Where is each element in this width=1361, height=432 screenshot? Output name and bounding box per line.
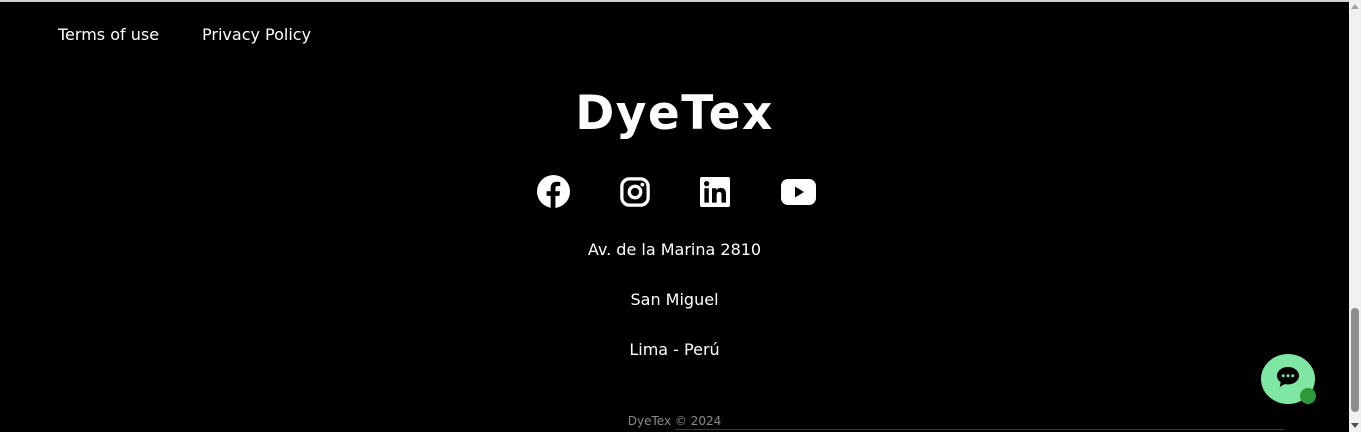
address-line-district: San Miguel xyxy=(630,290,719,309)
privacy-policy-link[interactable]: Privacy Policy xyxy=(202,24,311,46)
linkedin-icon[interactable] xyxy=(700,176,730,207)
facebook-icon[interactable] xyxy=(537,175,570,208)
social-links xyxy=(537,175,816,208)
chat-status-indicator xyxy=(1300,388,1316,404)
legal-links: Terms of use Privacy Policy xyxy=(58,24,311,46)
youtube-icon[interactable] xyxy=(781,178,816,205)
instagram-icon[interactable] xyxy=(620,176,650,207)
footer: Terms of use Privacy Policy DyeTex Av. d… xyxy=(0,0,1349,432)
footer-top-border xyxy=(0,0,1349,2)
bottom-divider xyxy=(675,429,1285,430)
address-line-city: Lima - Perú xyxy=(629,340,720,359)
scroll-up-arrow-icon[interactable] xyxy=(1351,4,1359,9)
scrollbar-thumb[interactable] xyxy=(1351,308,1359,412)
vertical-scrollbar[interactable] xyxy=(1349,0,1361,432)
copyright-text: DyeTex © 2024 xyxy=(627,414,722,428)
brand-name: DyeTex xyxy=(575,86,774,141)
scroll-down-arrow-icon[interactable] xyxy=(1351,423,1359,428)
address-line-street: Av. de la Marina 2810 xyxy=(587,240,762,259)
chat-bubble-icon xyxy=(1276,366,1300,392)
terms-of-use-link[interactable]: Terms of use xyxy=(58,24,159,46)
